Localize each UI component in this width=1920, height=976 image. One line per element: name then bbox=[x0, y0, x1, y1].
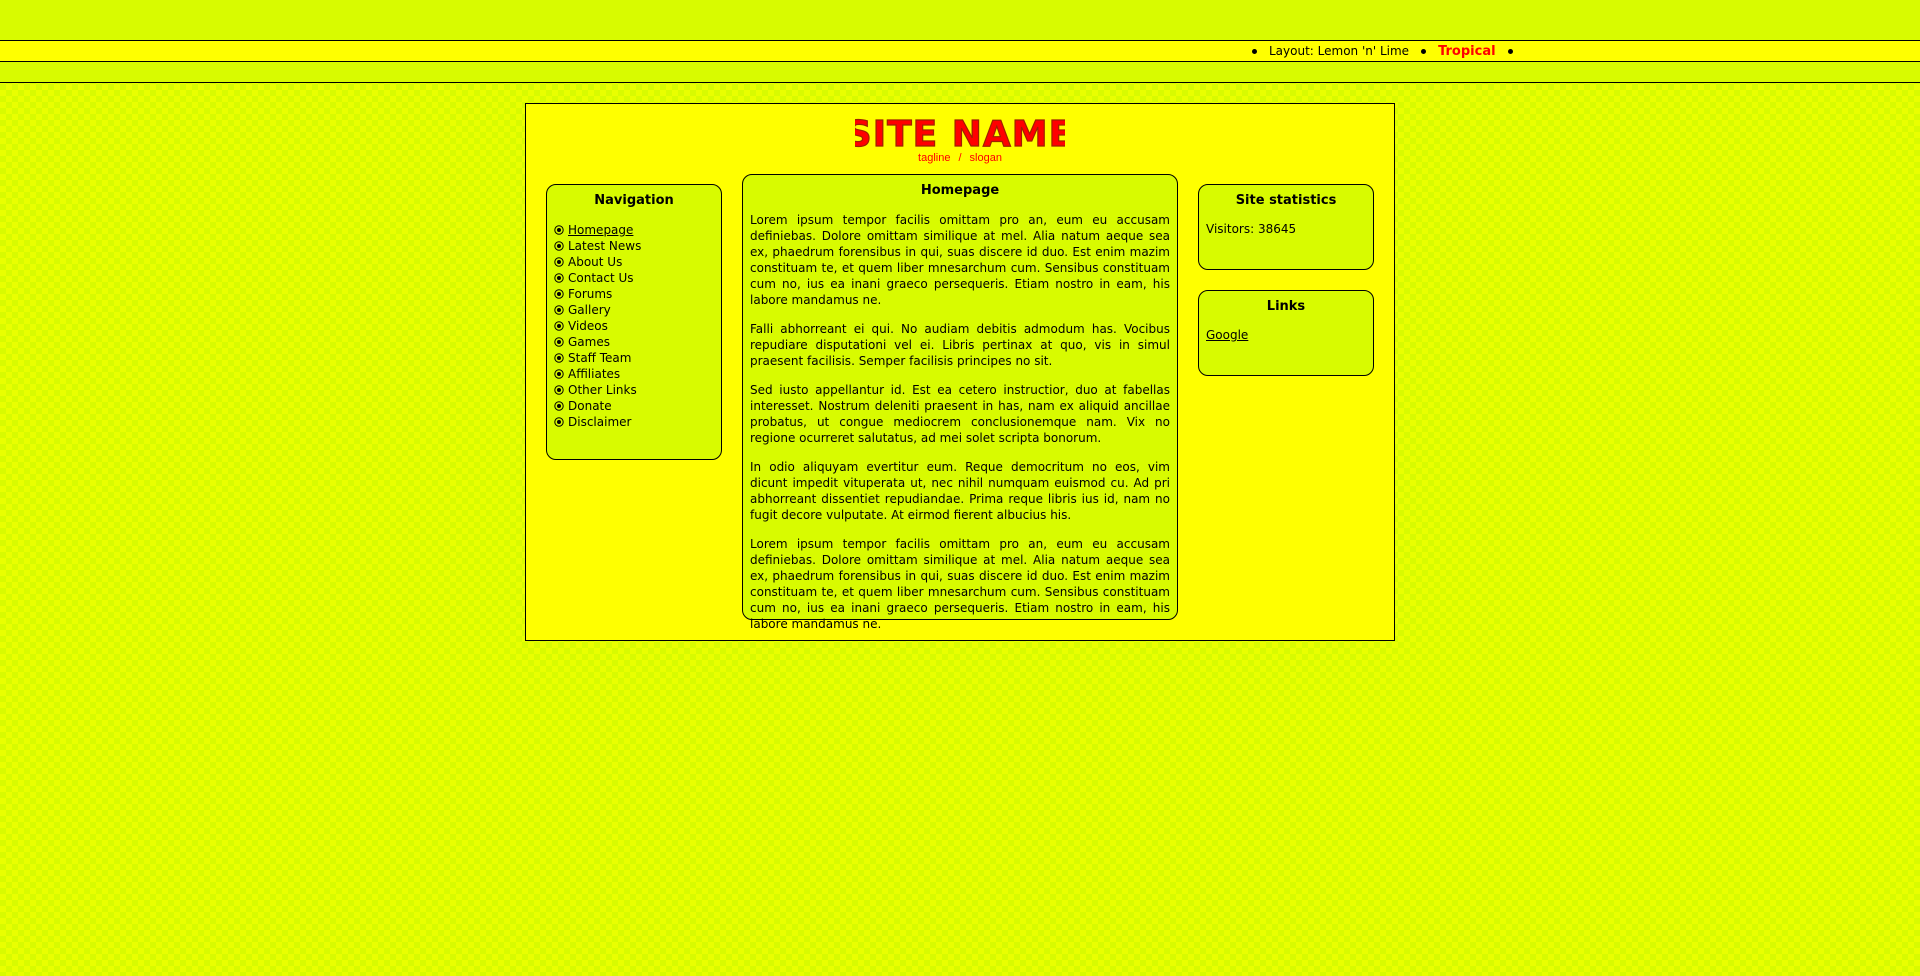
top-band bbox=[0, 0, 1920, 40]
site-logo[interactable]: SITE NAME bbox=[526, 112, 1394, 152]
nav-item-videos: Videos bbox=[554, 318, 721, 334]
nav-link-affiliates[interactable]: Affiliates bbox=[568, 366, 620, 382]
sub-band bbox=[0, 62, 1920, 83]
nav-item-donate: Donate bbox=[554, 398, 721, 414]
stats-visitors: Visitors: 38645 bbox=[1206, 222, 1297, 236]
nav-item-latest-news: Latest News bbox=[554, 238, 721, 254]
links-box: Links Google bbox=[1198, 290, 1374, 376]
nav-item-games: Games bbox=[554, 334, 721, 350]
nav-link-about-us[interactable]: About Us bbox=[568, 254, 622, 270]
radio-bullet-icon bbox=[554, 401, 564, 411]
nav-item-gallery: Gallery bbox=[554, 302, 721, 318]
bullet-icon bbox=[1507, 48, 1513, 54]
bullet-icon bbox=[1421, 48, 1427, 54]
nav-item-other-links: Other Links bbox=[554, 382, 721, 398]
radio-bullet-icon bbox=[554, 369, 564, 379]
radio-bullet-icon bbox=[554, 241, 564, 251]
nav-link-donate[interactable]: Donate bbox=[568, 398, 612, 414]
tagline-separator: / bbox=[958, 152, 962, 164]
bullet-icon bbox=[1252, 48, 1257, 54]
nav-item-affiliates: Affiliates bbox=[554, 366, 721, 382]
radio-bullet-icon bbox=[554, 417, 564, 427]
main-paragraph: Sed iusto appellantur id. Est ea cetero … bbox=[750, 383, 1170, 445]
nav-item-forums: Forums bbox=[554, 286, 721, 302]
main-title: Homepage bbox=[920, 183, 1000, 198]
links-list: Google bbox=[1199, 314, 1373, 342]
radio-bullet-icon bbox=[554, 321, 564, 331]
nav-link-contact-us[interactable]: Contact Us bbox=[568, 270, 634, 286]
navigation-title: Navigation bbox=[594, 193, 674, 208]
radio-bullet-icon bbox=[554, 273, 564, 283]
nav-link-homepage[interactable]: Homepage bbox=[568, 222, 633, 238]
nav-link-forums[interactable]: Forums bbox=[568, 286, 612, 302]
nav-link-games[interactable]: Games bbox=[568, 334, 610, 350]
main-paragraph: Lorem ipsum tempor facilis omittam pro a… bbox=[750, 213, 1170, 307]
links-title: Links bbox=[1266, 299, 1306, 314]
main-paragraph: Falli abhorreant ei qui. No audiam debit… bbox=[750, 322, 1170, 368]
tagline-text: tagline bbox=[918, 152, 951, 164]
tagline: tagline / slogan bbox=[526, 152, 1394, 164]
slogan-text: slogan bbox=[969, 152, 1002, 164]
radio-bullet-icon bbox=[554, 257, 564, 267]
nav-item-staff-team: Staff Team bbox=[554, 350, 721, 366]
layout-current-label: Layout: Lemon 'n' Lime bbox=[1269, 44, 1410, 58]
nav-link-latest-news[interactable]: Latest News bbox=[568, 238, 641, 254]
nav-item-disclaimer: Disclaimer bbox=[554, 414, 721, 430]
nav-item-about-us: About Us bbox=[554, 254, 721, 270]
layout-option-tropical[interactable]: Tropical bbox=[1438, 44, 1495, 59]
main-paragraph: In odio aliquyam evertitur eum. Reque de… bbox=[750, 460, 1170, 522]
nav-item-homepage: Homepage bbox=[554, 222, 721, 238]
nav-link-other-links[interactable]: Other Links bbox=[568, 382, 637, 398]
radio-bullet-icon bbox=[554, 225, 564, 235]
radio-bullet-icon bbox=[554, 353, 564, 363]
page-container: SITE NAME tagline / slogan Navigation Home… bbox=[525, 103, 1395, 641]
nav-link-disclaimer[interactable]: Disclaimer bbox=[568, 414, 631, 430]
nav-link-staff-team[interactable]: Staff Team bbox=[568, 350, 631, 366]
main-content-box: Homepage Lorem ipsum tempor facilis omit… bbox=[742, 174, 1178, 631]
main-content: Lorem ipsum tempor facilis omittam pro a… bbox=[743, 212, 1177, 632]
radio-bullet-icon bbox=[554, 305, 564, 315]
layout-switcher-bar: Layout: Lemon 'n' Lime Tropical bbox=[0, 40, 1920, 62]
site-name-text: SITE NAME bbox=[855, 114, 1065, 152]
navigation-list: Homepage Latest News About Us Contact Us… bbox=[547, 208, 721, 430]
link-google[interactable]: Google bbox=[1206, 328, 1248, 342]
site-logo-graphic: SITE NAME bbox=[855, 113, 1065, 152]
site-statistics-box: Site statistics Visitors: 38645 bbox=[1198, 184, 1374, 270]
radio-bullet-icon bbox=[554, 385, 564, 395]
nav-link-gallery[interactable]: Gallery bbox=[568, 302, 611, 318]
nav-link-videos[interactable]: Videos bbox=[568, 318, 608, 334]
radio-bullet-icon bbox=[554, 337, 564, 347]
navigation-box: Navigation Homepage Latest News About Us… bbox=[546, 184, 722, 460]
radio-bullet-icon bbox=[554, 289, 564, 299]
main-paragraph: Lorem ipsum tempor facilis omittam pro a… bbox=[750, 537, 1170, 631]
stats-title: Site statistics bbox=[1235, 193, 1337, 208]
nav-item-contact-us: Contact Us bbox=[554, 270, 721, 286]
